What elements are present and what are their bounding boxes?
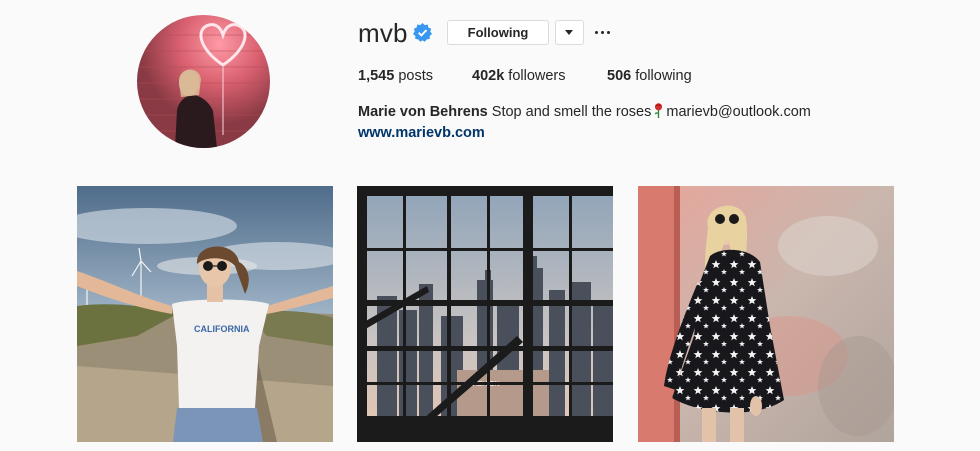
rose-emoji-icon [654, 103, 663, 118]
followers-label: followers [504, 68, 566, 84]
bio-email: marievb@outlook.com [666, 104, 811, 120]
following-button[interactable]: Following [447, 20, 549, 45]
stat-following[interactable]: 506 following [607, 67, 692, 85]
caret-down-icon [565, 30, 573, 35]
profile-avatar[interactable] [137, 15, 270, 148]
svg-text:CALIFORNIA: CALIFORNIA [194, 324, 250, 334]
posts-label: posts [394, 68, 433, 84]
profile-website-link[interactable]: www.marievb.com [358, 124, 485, 142]
profile-bio: Marie von Behrens Stop and smell the ros… [358, 103, 811, 121]
more-options-icon[interactable] [594, 24, 612, 40]
following-count: 506 [607, 68, 632, 84]
stat-followers[interactable]: 402k followers [472, 67, 566, 85]
followers-count: 402k [472, 68, 505, 84]
following-label: following [631, 68, 692, 84]
profile-username: mvb [358, 18, 408, 48]
posts-count: 1,545 [358, 68, 395, 84]
profile-full-name: Marie von Behrens [358, 104, 488, 120]
stat-posts: 1,545 posts [358, 67, 433, 85]
post-photo-desert-windmills[interactable]: CALIFORNIA [77, 186, 333, 442]
suggestions-dropdown-button[interactable] [555, 20, 584, 45]
post-photo-city-window[interactable]: FASHION [357, 186, 613, 442]
bio-text: Stop and smell the roses [487, 104, 652, 120]
post-photo-star-dress[interactable] [638, 186, 894, 442]
verified-badge-icon [413, 23, 432, 42]
